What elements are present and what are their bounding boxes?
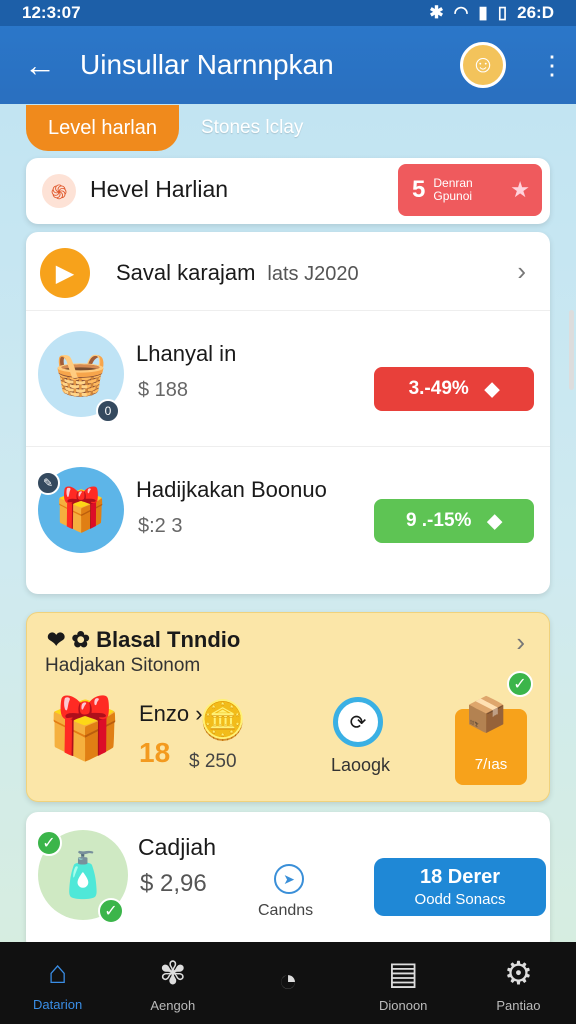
back-arrow-icon[interactable]: ← [0, 49, 80, 81]
home-icon: ⌂ [47, 954, 68, 990]
tab-level-harian[interactable]: Level harlan [26, 105, 179, 151]
scrollbar[interactable] [569, 310, 574, 390]
discount-button[interactable]: 9 .-15% ◆ [374, 499, 534, 543]
clock-label: Laoogk [331, 755, 391, 775]
list-item[interactable]: 🎁 ✎ Hadijkakan Boonuo $:2 3 9 .-15% ◆ [26, 446, 550, 594]
discount-label: 3.-49% [408, 378, 469, 399]
check-icon: ✓ [98, 898, 124, 924]
star-icon: ★ [510, 177, 530, 202]
gift-icon: 🎁 [47, 695, 122, 762]
tab-bar: Level harlan Stones lclay [26, 104, 546, 152]
saval-row[interactable]: ▶ Saval karajam lats J2020 › [26, 232, 550, 310]
app-title: Uinsullar Narnnpkan [80, 49, 334, 80]
bottom-title: Cadjiah [138, 834, 216, 860]
saval-sub: lats J2020 [267, 263, 359, 285]
battery-icon: ▯ [497, 3, 508, 22]
order-button-sub: Oodd Sonacs [414, 891, 506, 908]
chevron-right-icon: › [517, 256, 526, 286]
bottom-nav: ⌂ Datarion ✾ Aengoh ◔ ▤ Dionoon ⚙ Pantia… [0, 942, 576, 1024]
badge-text: Denran Gpunoi [433, 176, 473, 203]
promo-tag-label: 7/ıas [474, 756, 508, 773]
nav-item-document[interactable]: ▤ Dionoon [346, 942, 461, 1024]
butterfly-icon: ✾ [159, 954, 187, 991]
check-icon: ✓ [36, 830, 62, 856]
saval-text: Saval karajam lats J2020 [116, 260, 359, 286]
discount-label: 9 .-15% [405, 510, 472, 531]
order-button-label: 18 Derer [419, 866, 501, 888]
bottom-price: $ 2,96 [140, 870, 207, 897]
list-item[interactable]: 🧺 0 Lhanyal in $ 188 3.-49% ◆ [26, 310, 550, 446]
nav-label: Aengoh [150, 997, 196, 1013]
item-price: $:2 3 [138, 515, 183, 537]
badge-line2: Gpunoi [433, 189, 473, 203]
signal-icon: ▮ [478, 3, 488, 22]
avatar[interactable]: ☺ [460, 42, 506, 88]
promo-name: Enzo › [139, 701, 203, 726]
status-bar: 12:3:07 ✱ ◠ ▮ ▯ 26:D [0, 0, 576, 26]
nav-label: Pantiao [496, 997, 541, 1013]
timer-icon: ◔ [278, 961, 298, 998]
status-right-text: 26:D [517, 3, 554, 22]
status-time: 12:3:07 [22, 3, 81, 22]
more-menu-icon[interactable]: ⋮ [534, 50, 570, 81]
clock-icon[interactable]: ⟳ [333, 697, 383, 747]
bottom-label: Candns [258, 902, 314, 919]
order-button[interactable]: 18 Derer Oodd Sonacs [374, 858, 546, 916]
nav-label: Dionoon [378, 997, 428, 1013]
box-icon: 📦 [465, 696, 508, 734]
badge-number: 5 [412, 176, 426, 203]
nav-item-timer[interactable]: ◔ [230, 942, 345, 1024]
navigation-icon[interactable]: ➤ [274, 864, 304, 894]
promo-card[interactable]: ❤ ✿ Blasal Tnndio Hadjakan Sitonom › 🎁 E… [26, 612, 550, 802]
chevron-right-icon: › [516, 627, 525, 657]
saval-title: Saval karajam [116, 260, 256, 285]
promo-count: 18 [139, 737, 171, 768]
badge-button[interactable]: 5 Denran Gpunoi ★ [398, 164, 542, 216]
item-title: Hadijkakan Boonuo [136, 477, 327, 502]
bottom-card[interactable]: 🧴 ✓ ✓ Cadjiah $ 2,96 ➤ Candns 18 Derer O… [26, 812, 550, 952]
status-icons: ✱ ◠ ▮ ▯ 26:D [429, 3, 554, 23]
promo-title: ❤ ✿ Blasal Tnndio [47, 627, 241, 652]
nav-item-home[interactable]: ⌂ Datarion [0, 942, 115, 1024]
check-icon: ✓ [507, 671, 533, 697]
mini-badge-icon: 0 [96, 399, 120, 423]
item-price: $ 188 [138, 379, 189, 401]
nav-item-settings[interactable]: ⚙ Pantiao [461, 942, 576, 1024]
play-icon: ▶ [40, 248, 90, 298]
nav-item-butterfly[interactable]: ✾ Aengoh [115, 942, 230, 1024]
diamond-icon: ◆ [487, 510, 503, 532]
edit-badge-icon: ✎ [36, 471, 60, 495]
promo-subtitle: Hadjakan Sitonom [45, 655, 201, 676]
spiral-icon: ֍ [42, 174, 76, 208]
items-card: ▶ Saval karajam lats J2020 › 🧺 0 Lhanyal … [26, 232, 550, 594]
diamond-icon: ◆ [484, 378, 500, 400]
section-title: Hevel Harlian [90, 176, 229, 202]
discount-button[interactable]: 3.-49% ◆ [374, 367, 534, 411]
wifi-icon: ◠ [453, 3, 469, 22]
app-bar: ← Uinsullar Narnnpkan ☺ ⋮ [0, 26, 576, 104]
settings-icon: ⚙ [504, 954, 533, 991]
bluetooth-icon: ✱ [429, 3, 444, 22]
level-header-card: ֍ Hevel Harlian 5 Denran Gpunoi ★ [26, 158, 550, 224]
promo-price: $ 250 [189, 751, 237, 772]
nav-label: Datarion [33, 997, 83, 1012]
tab-stones[interactable]: Stones lclay [201, 117, 303, 139]
document-icon: ▤ [388, 954, 419, 991]
coins-icon: 🪙 [199, 700, 247, 742]
item-title: Lhanyal in [136, 341, 237, 366]
